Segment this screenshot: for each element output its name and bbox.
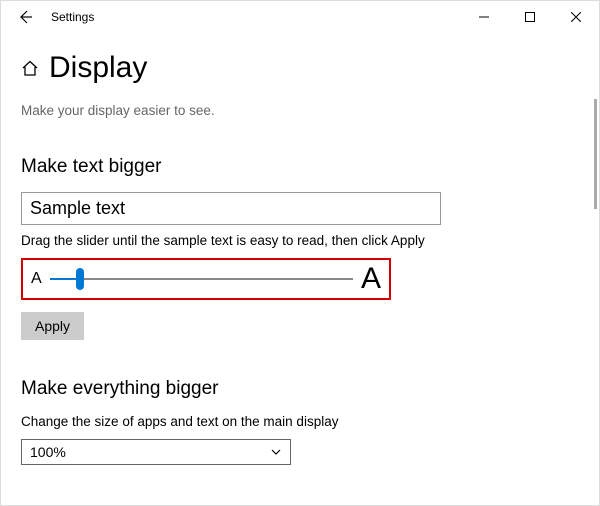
content-area: Display Make your display easier to see.…	[1, 33, 599, 505]
home-icon[interactable]	[21, 59, 39, 77]
titlebar: Settings	[1, 1, 599, 33]
section-make-text-bigger-title: Make text bigger	[21, 156, 571, 178]
scale-instruction: Change the size of apps and text on the …	[21, 414, 571, 429]
minimize-button[interactable]	[461, 1, 507, 33]
back-button[interactable]	[9, 1, 41, 33]
page-header: Display	[21, 51, 571, 85]
close-button[interactable]	[553, 1, 599, 33]
text-size-slider-row: A A	[21, 258, 391, 300]
display-scale-dropdown[interactable]: 100%	[21, 439, 291, 465]
maximize-button[interactable]	[507, 1, 553, 33]
window-title: Settings	[51, 10, 94, 24]
letter-small-indicator: A	[31, 270, 42, 288]
slider-instruction: Drag the slider until the sample text is…	[21, 233, 571, 248]
minimize-icon	[479, 12, 489, 22]
chevron-down-icon	[270, 446, 282, 458]
maximize-icon	[525, 12, 535, 22]
window-controls	[461, 1, 599, 33]
letter-big-indicator: A	[361, 262, 381, 296]
back-arrow-icon	[17, 9, 33, 25]
apply-button[interactable]: Apply	[21, 312, 84, 340]
scrollbar[interactable]	[594, 99, 597, 209]
slider-thumb[interactable]	[76, 268, 84, 290]
text-size-slider[interactable]	[50, 267, 353, 291]
sample-text-box: Sample text	[21, 192, 441, 225]
section-make-everything-bigger-title: Make everything bigger	[21, 378, 571, 400]
close-icon	[571, 12, 581, 22]
page-title: Display	[49, 51, 147, 85]
page-subtitle: Make your display easier to see.	[21, 103, 571, 118]
dropdown-value: 100%	[30, 444, 66, 460]
